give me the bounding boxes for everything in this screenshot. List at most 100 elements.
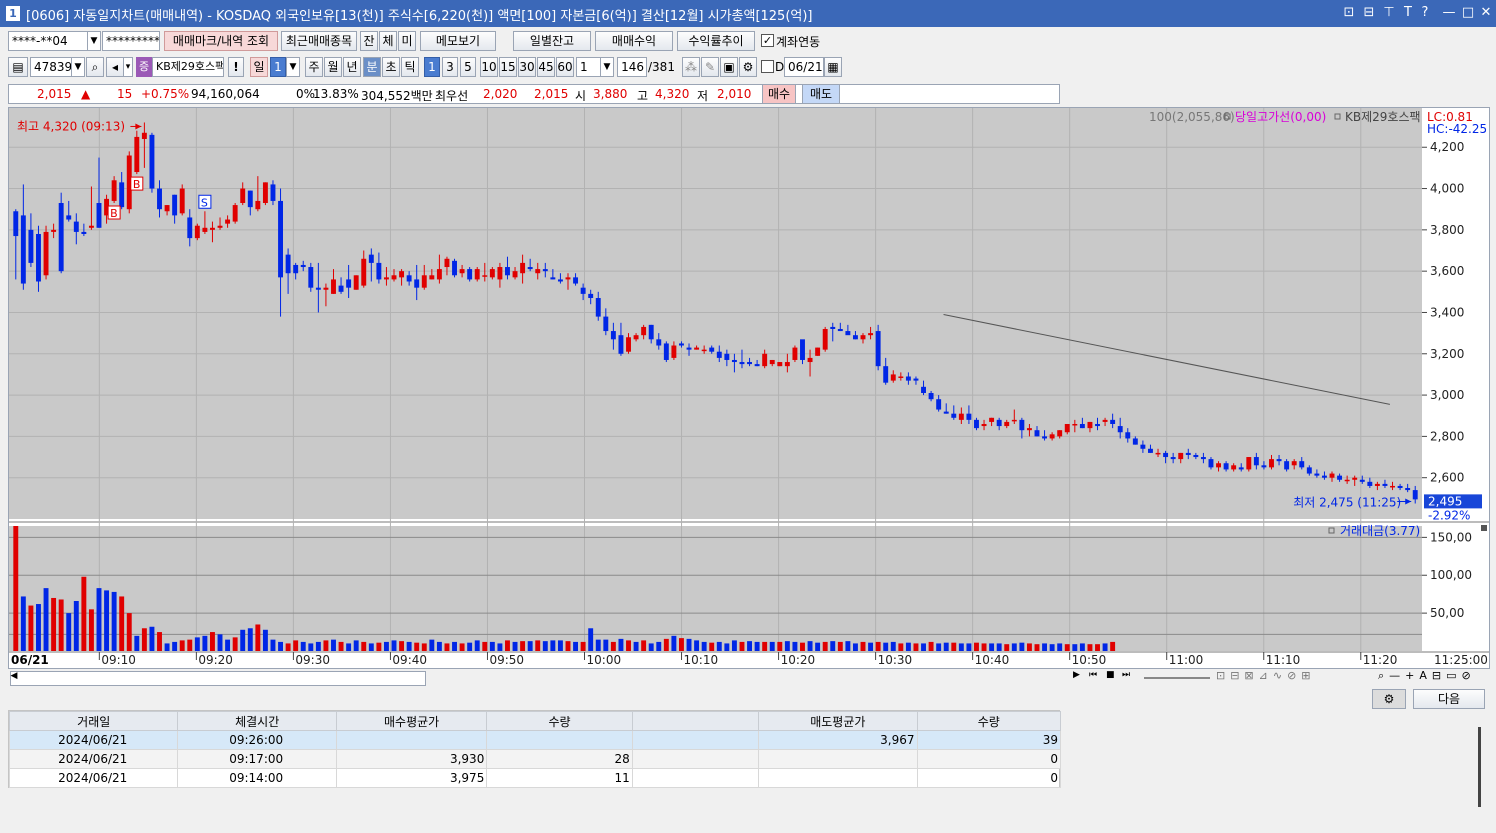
interval-button[interactable]: 15 — [499, 57, 517, 77]
speaker-icon[interactable]: ◂ — [106, 57, 124, 77]
interval-button[interactable]: 60 — [556, 57, 574, 77]
interval-button[interactable]: 3 — [442, 57, 458, 77]
app-icon[interactable]: 1 — [6, 6, 20, 21]
table-scrollbar[interactable] — [1478, 727, 1481, 807]
rewind-icon[interactable]: ⏮ — [1089, 670, 1102, 680]
help-icon[interactable]: ? — [1416, 4, 1434, 22]
stock-code-input[interactable]: 478390 — [30, 57, 72, 77]
chevron-down-icon[interactable]: ▼ — [87, 31, 101, 51]
volume-bar — [346, 643, 352, 651]
restore-layout-icon[interactable]: ⊡ — [1340, 4, 1358, 22]
interval-button[interactable]: 10 — [480, 57, 498, 77]
column-header[interactable]: 수량 — [916, 711, 1062, 731]
column-header[interactable] — [631, 711, 760, 731]
unit-button[interactable]: 초 — [382, 57, 400, 77]
zoom-slider[interactable] — [1144, 677, 1210, 679]
interval-button[interactable]: 1 — [424, 57, 440, 77]
daily-balance-button[interactable]: 일별잔고 — [513, 31, 591, 51]
volume-bar — [247, 628, 253, 651]
recent-trades-button[interactable]: 최근매매종목 — [281, 31, 357, 51]
account-link-checkbox[interactable]: ✓ — [761, 34, 774, 47]
calendar-icon[interactable]: ▦ — [824, 57, 842, 77]
trade-profit-button[interactable]: 매매수익 — [595, 31, 673, 51]
sell-button[interactable]: 매도 — [802, 84, 840, 104]
table-row[interactable]: 2024/06/21 09:17:00 3,930 28 0 — [8, 749, 1062, 769]
grid-icon[interactable]: ⁂ — [682, 57, 700, 77]
minimize-icon[interactable]: — — [1440, 4, 1458, 22]
zoom-tools-icon[interactable]: ⌕—+A⊟▭⊘ — [1378, 669, 1476, 683]
alert-icon[interactable]: ! — [228, 57, 244, 77]
candle-body — [20, 215, 26, 284]
interval-button[interactable]: 30 — [518, 57, 536, 77]
font-icon[interactable]: T — [1399, 4, 1417, 22]
chevron-down-icon[interactable]: ▼ — [71, 57, 85, 77]
table-row[interactable]: 2024/06/21 09:26:00 3,967 39 — [8, 730, 1062, 750]
candle-body — [1042, 436, 1048, 439]
period-day-button[interactable]: 일 — [250, 57, 268, 77]
candle-body — [157, 188, 162, 210]
chevron-down-icon[interactable]: ▼ — [600, 57, 614, 77]
volume-bar — [459, 643, 465, 651]
volume-bar — [361, 641, 367, 651]
volume-bar — [792, 641, 798, 651]
play-icon[interactable]: ▶ — [1073, 670, 1086, 680]
settings-gear-icon[interactable]: ⚙ — [1372, 689, 1406, 709]
column-header[interactable]: 수량 — [486, 711, 633, 731]
next-button[interactable]: 다음 — [1413, 689, 1485, 709]
chart-scrollbar[interactable] — [10, 671, 426, 686]
fast-forward-icon[interactable]: ⏭ — [1122, 670, 1135, 680]
unfilled-toggle[interactable]: 미 — [398, 31, 416, 51]
period-number[interactable]: 1 — [270, 57, 286, 77]
column-header[interactable]: 매도평균가 — [758, 711, 918, 731]
interval-button[interactable]: 45 — [537, 57, 555, 77]
column-header[interactable]: 체결시간 — [177, 711, 337, 731]
maximize-icon[interactable]: □ — [1459, 4, 1477, 22]
unit-button[interactable]: 분 — [363, 57, 381, 77]
save-icon[interactable]: ▣ — [720, 57, 738, 77]
interval-button[interactable]: 5 — [460, 57, 476, 77]
layout-icon[interactable]: ▤ — [8, 57, 28, 77]
d-label: D — [775, 60, 785, 74]
column-header[interactable]: 거래일 — [8, 711, 179, 731]
filled-toggle[interactable]: 체 — [379, 31, 397, 51]
stock-name[interactable]: KB제29호스팩 — [152, 57, 224, 77]
unit-button[interactable]: 틱 — [401, 57, 419, 77]
account-select[interactable]: ****-**04 — [8, 31, 88, 51]
candle-body — [777, 362, 783, 367]
pane-close-icon[interactable] — [1481, 525, 1487, 531]
table-row[interactable]: 2024/06/21 09:14:00 3,975 11 0 — [8, 768, 1062, 788]
gear-icon[interactable]: ⚙ — [739, 57, 757, 77]
drawing-tools-icon[interactable]: ⊡⊟⊠⊿∿⊘⊞ — [1216, 669, 1316, 682]
memo-button[interactable]: 메모보기 — [420, 31, 496, 51]
table-cell — [759, 788, 917, 807]
stop-icon[interactable]: ■ — [1106, 670, 1119, 680]
chevron-down-icon[interactable]: ▼ — [286, 57, 300, 77]
password-field[interactable]: ********* — [102, 31, 160, 51]
volume-bar — [1049, 644, 1055, 651]
chevron-down-icon[interactable]: ▾ — [123, 57, 133, 77]
unit-button[interactable]: 월 — [324, 57, 342, 77]
count-input[interactable]: 146 — [617, 57, 647, 77]
column-header[interactable]: 매수평균가 — [335, 711, 488, 731]
return-trend-button[interactable]: 수익률추이 — [677, 31, 755, 51]
buy-button[interactable]: 매수 — [762, 84, 796, 104]
close-icon[interactable]: ✕ — [1477, 4, 1495, 22]
balance-toggle[interactable]: 잔 — [360, 31, 378, 51]
unit-button[interactable]: 년 — [343, 57, 361, 77]
interval-input[interactable]: 1 — [576, 57, 602, 77]
unit-button[interactable]: 주 — [305, 57, 323, 77]
split-icon[interactable]: ⊟ — [1360, 4, 1378, 22]
scroll-left-icon[interactable]: ◀ — [8, 671, 20, 681]
search-icon[interactable]: ⌕ — [86, 57, 104, 77]
volume-bar — [285, 643, 291, 651]
candle-body — [111, 180, 117, 201]
price-volume-chart[interactable]: 4,200 4,000 3,800 3,600 3,400 3,200 3,000 2,800… — [9, 108, 1489, 668]
volume-bar — [905, 642, 911, 651]
mark-query-button[interactable]: 매매마크/내역 조회 — [164, 31, 278, 51]
pin-icon[interactable]: ⊤ — [1380, 4, 1398, 22]
d-checkbox[interactable] — [761, 60, 774, 73]
name-legend: KB제29호스팩 — [1345, 110, 1421, 124]
date-input[interactable]: 06/21 — [784, 57, 824, 77]
tool-icon[interactable]: ✎ — [701, 57, 719, 77]
chart-area[interactable]: 4,200 4,000 3,800 3,600 3,400 3,200 3,000 2,800… — [8, 107, 1490, 669]
